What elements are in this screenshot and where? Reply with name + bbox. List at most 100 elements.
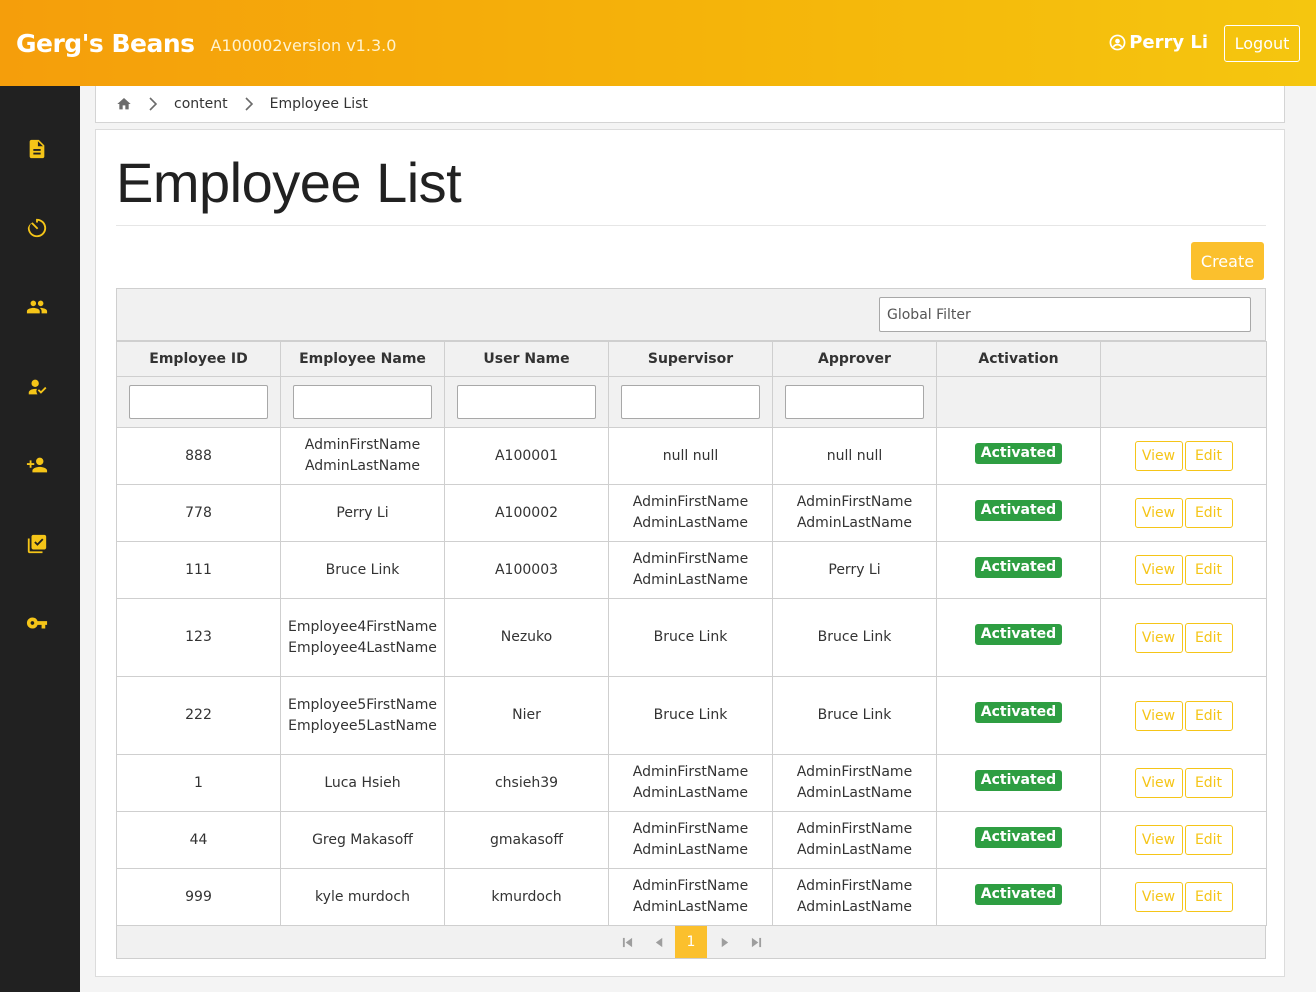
paginator: 1	[116, 926, 1266, 959]
edit-button[interactable]: Edit	[1184, 700, 1233, 731]
table-row: 999 kyle murdoch kmurdoch AdminFirstName Ad…	[116, 868, 1267, 926]
timer-icon[interactable]	[26, 217, 48, 239]
column-header-user-name[interactable]: User Name	[444, 341, 609, 377]
edit-button[interactable]: Edit	[1184, 882, 1233, 912]
user-name-cell: kmurdoch	[444, 868, 609, 926]
approver-cell: Perry Li	[772, 541, 937, 599]
table-row: 888 AdminFirstName AdminLastName A100001 nu…	[116, 427, 1267, 485]
first-page-icon[interactable]	[613, 926, 641, 958]
column-header-activation[interactable]: Activation	[936, 341, 1101, 377]
table-row: 222 Employee5FirstName Employee5LastName N…	[116, 676, 1267, 755]
view-button[interactable]: View	[1134, 498, 1183, 528]
view-button[interactable]: View	[1134, 700, 1183, 731]
view-button[interactable]: View	[1134, 882, 1183, 912]
home-icon[interactable]	[116, 96, 132, 112]
employee-table: Employee ID Employee Name User Name Supe…	[116, 288, 1267, 959]
view-button[interactable]: View	[1134, 622, 1183, 653]
status-badge: Activated	[974, 769, 1063, 791]
table-caption	[116, 288, 1266, 341]
previous-page-icon[interactable]	[645, 926, 673, 958]
approver-cell: Bruce Link	[772, 676, 937, 755]
activation-cell: Activated	[936, 868, 1101, 926]
account-circle-icon	[1109, 34, 1126, 51]
view-button[interactable]: View	[1134, 768, 1183, 798]
breadcrumb-item-content[interactable]: content	[174, 96, 228, 112]
column-header-approver[interactable]: Approver	[772, 341, 937, 377]
column-header-employee-name[interactable]: Employee Name	[280, 341, 445, 377]
global-filter-input[interactable]	[879, 297, 1251, 332]
supervisor-cell: AdminFirstName AdminLastName	[608, 484, 773, 542]
chevron-right-icon	[244, 97, 254, 111]
view-button[interactable]: View	[1134, 825, 1183, 855]
employee-name-cell: kyle murdoch	[280, 868, 445, 926]
user-name-filter-input[interactable]	[457, 385, 596, 419]
approver-cell: null null	[772, 427, 937, 485]
supervisor-cell: Bruce Link	[608, 676, 773, 755]
create-button[interactable]: Create	[1191, 242, 1264, 280]
last-page-icon[interactable]	[742, 926, 770, 958]
title-divider	[116, 225, 1266, 226]
checkbox-icon[interactable]	[26, 533, 48, 555]
user-menu[interactable]: Perry Li	[1109, 32, 1208, 53]
table-row: 1 Luca Hsieh chsieh39 AdminFirstName AdminL…	[116, 754, 1267, 812]
edit-button[interactable]: Edit	[1184, 498, 1233, 528]
table-row: 111 Bruce Link A100003 AdminFirstName Admin…	[116, 541, 1267, 599]
edit-button[interactable]: Edit	[1184, 825, 1233, 855]
page-button-1[interactable]: 1	[675, 926, 707, 958]
edit-button[interactable]: Edit	[1184, 441, 1233, 471]
person-add-icon[interactable]	[26, 454, 48, 476]
document-icon[interactable]	[26, 138, 48, 160]
column-header-employee-id[interactable]: Employee ID	[116, 341, 281, 377]
employee-id-filter-input[interactable]	[129, 385, 268, 419]
next-page-icon[interactable]	[710, 926, 738, 958]
user-name-cell: A100003	[444, 541, 609, 599]
people-icon[interactable]	[26, 296, 48, 318]
status-badge: Activated	[974, 556, 1063, 578]
content-panel: Employee List Create Employee ID Employe…	[95, 129, 1285, 977]
user-name-cell: A100002	[444, 484, 609, 542]
actions-filter-cell	[1100, 376, 1267, 428]
supervisor-filter-input[interactable]	[621, 385, 760, 419]
employee-name-filter-input[interactable]	[293, 385, 432, 419]
approver-cell: AdminFirstName AdminLastName	[772, 868, 937, 926]
sidebar	[0, 86, 80, 992]
actions-cell: View Edit	[1100, 811, 1267, 869]
edit-button[interactable]: Edit	[1184, 555, 1233, 585]
status-badge: Activated	[974, 883, 1063, 905]
actions-cell: View Edit	[1100, 754, 1267, 812]
app-brand[interactable]: Gerg's Beans	[16, 29, 195, 58]
key-icon[interactable]	[26, 612, 48, 634]
breadcrumb-item-employee-list[interactable]: Employee List	[270, 96, 368, 112]
activation-cell: Activated	[936, 541, 1101, 599]
supervisor-cell: AdminFirstName AdminLastName	[608, 541, 773, 599]
activation-filter-cell	[936, 376, 1101, 428]
employee-name-cell: Employee4FirstName Employee4LastName	[280, 598, 445, 677]
actions-cell: View Edit	[1100, 427, 1267, 485]
user-name-cell: Nezuko	[444, 598, 609, 677]
view-button[interactable]: View	[1134, 555, 1183, 585]
approver-filter-input[interactable]	[785, 385, 924, 419]
employee-name-cell: Perry Li	[280, 484, 445, 542]
page-title: Employee List	[116, 151, 462, 214]
user-name-cell: Nier	[444, 676, 609, 755]
person-check-icon[interactable]	[26, 376, 48, 398]
status-badge: Activated	[974, 442, 1063, 464]
table-row: 778 Perry Li A100002 AdminFirstName AdminLa…	[116, 484, 1267, 542]
activation-cell: Activated	[936, 811, 1101, 869]
approver-cell: AdminFirstName AdminLastName	[772, 811, 937, 869]
actions-cell: View Edit	[1100, 484, 1267, 542]
employee-name-cell: Employee5FirstName Employee5LastName	[280, 676, 445, 755]
activation-cell: Activated	[936, 676, 1101, 755]
view-button[interactable]: View	[1134, 441, 1183, 471]
supervisor-cell: AdminFirstName AdminLastName	[608, 754, 773, 812]
logout-button[interactable]: Logout	[1224, 25, 1300, 62]
actions-cell: View Edit	[1100, 541, 1267, 599]
chevron-right-icon	[148, 97, 158, 111]
employee-id-cell: 999	[116, 868, 281, 926]
user-name: Perry Li	[1129, 32, 1208, 53]
edit-button[interactable]: Edit	[1184, 622, 1233, 653]
user-name-cell: chsieh39	[444, 754, 609, 812]
edit-button[interactable]: Edit	[1184, 768, 1233, 798]
column-header-supervisor[interactable]: Supervisor	[608, 341, 773, 377]
supervisor-cell: AdminFirstName AdminLastName	[608, 868, 773, 926]
